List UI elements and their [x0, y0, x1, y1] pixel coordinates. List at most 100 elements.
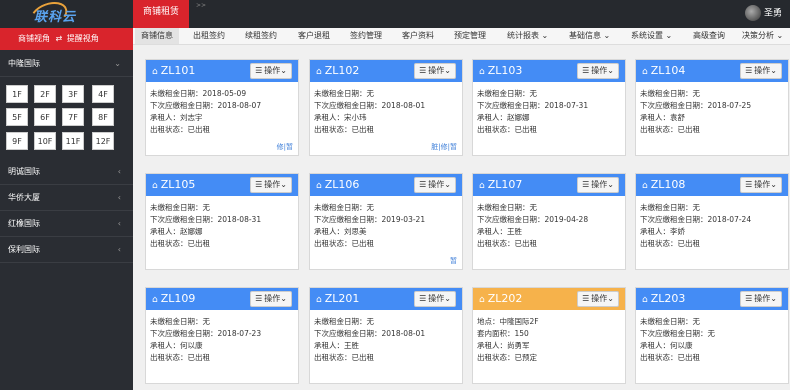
shop-code: ZL104: [650, 64, 686, 77]
card-header: ⌂ ZL106 ☰ 操作⌄: [310, 174, 462, 196]
lease-status: 出租状态：已出租: [314, 125, 374, 134]
card-header: ⌂ ZL108 ☰ 操作⌄: [636, 174, 788, 196]
floor-button-12f[interactable]: 12F: [92, 132, 114, 150]
card-body: 地点：中隆国际2F 套内面积：150 承租人：尚勇军 出租状态：已预定: [477, 316, 623, 364]
nav-lease-sign[interactable]: 出租签约: [193, 28, 225, 44]
operate-dropdown[interactable]: ☰ 操作⌄: [414, 63, 456, 79]
operate-label: 操作: [591, 180, 608, 189]
nav-base-info[interactable]: 基础信息 ⌄: [569, 28, 610, 44]
operate-dropdown[interactable]: ☰ 操作⌄: [250, 291, 292, 307]
shop-code: ZL106: [324, 178, 360, 191]
floor-button-3f[interactable]: 3F: [62, 85, 84, 103]
reminder-view-label[interactable]: 提醒视角: [65, 34, 99, 43]
nav-shop-info[interactable]: 商铺信息: [135, 28, 179, 44]
menu-icon: ☰: [255, 66, 263, 75]
floor-button-9f[interactable]: 9F: [6, 132, 28, 150]
nav-contract-mgmt[interactable]: 签约管理: [350, 28, 382, 44]
floor-button-2f[interactable]: 2F: [34, 85, 56, 103]
nav-tenant-exit[interactable]: 客户退租: [298, 28, 330, 44]
nav-decision-analysis[interactable]: 决策分析 ⌄: [742, 28, 783, 44]
shuffle-icon: ⇄: [55, 34, 63, 43]
operate-dropdown[interactable]: ☰ 操作⌄: [740, 63, 782, 79]
card-action-links[interactable]: 暂: [450, 256, 457, 266]
tenant: 承租人：李娇: [640, 227, 685, 236]
next-due-date: 下次应缴租金日期：2019-04-28: [477, 215, 589, 224]
operate-dropdown[interactable]: ☰ 操作⌄: [250, 63, 292, 79]
sidebar-group-huaqiao[interactable]: 华侨大厦 ‹: [0, 186, 133, 211]
nav-advanced-query[interactable]: 高级查询: [693, 28, 725, 44]
floor-button-1f[interactable]: 1F: [6, 85, 28, 103]
home-icon: ⌂: [642, 295, 648, 305]
home-icon: ⌂: [479, 181, 485, 191]
menu-icon: ☰: [582, 66, 590, 75]
shop-card-zl203[interactable]: ⌂ ZL203 ☰ 操作⌄ 未缴租金日期：无 下次应缴租金日期：无 承租人：何以康 …: [635, 287, 789, 384]
chevron-down-icon: ⌄: [114, 59, 121, 68]
lease-status: 出租状态：已出租: [477, 239, 537, 248]
card-body: 未缴租金日期：无 下次应缴租金日期：2018-07-23 承租人：何以康 出租状…: [150, 316, 296, 364]
floor-button-7f[interactable]: 7F: [62, 108, 84, 126]
floor-button-5f[interactable]: 5F: [6, 108, 28, 126]
nav-reservation-mgmt[interactable]: 预定管理: [454, 28, 486, 44]
card-action-links[interactable]: 修|暂: [277, 142, 293, 152]
app-logo: 联科云: [0, 0, 133, 33]
shop-card-zl108[interactable]: ⌂ ZL108 ☰ 操作⌄ 未缴租金日期：无 下次应缴租金日期：2018-07-24…: [635, 173, 789, 270]
operate-dropdown[interactable]: ☰ 操作⌄: [577, 177, 619, 193]
card-action-links[interactable]: 脏|修|暂: [431, 142, 457, 152]
floor-button-8f[interactable]: 8F: [92, 108, 114, 126]
tenant: 承租人：赵娜娜: [477, 113, 530, 122]
menu-icon: ☰: [745, 180, 753, 189]
floor-button-6f[interactable]: 6F: [34, 108, 56, 126]
operate-dropdown[interactable]: ☰ 操作⌄: [414, 291, 456, 307]
shop-card-zl201[interactable]: ⌂ ZL201 ☰ 操作⌄ 未缴租金日期：无 下次应缴租金日期：2018-08-01…: [309, 287, 463, 384]
operate-dropdown[interactable]: ☰ 操作⌄: [577, 63, 619, 79]
card-header: ⌂ ZL104 ☰ 操作⌄: [636, 60, 788, 82]
next-due-date: 下次应缴租金日期：无: [640, 329, 715, 338]
top-tab-shop-lease[interactable]: 商铺租赁: [133, 0, 189, 28]
sidebar-view-switch[interactable]: 商铺视角 ⇄ 提醒视角: [0, 28, 133, 50]
unpaid-date: 未缴租金日期：无: [150, 317, 210, 326]
operate-dropdown[interactable]: ☰ 操作⌄: [250, 177, 292, 193]
lease-status: 出租状态：已出租: [477, 125, 537, 134]
next-due-date: 下次应缴租金日期：2018-07-31: [477, 101, 589, 110]
floor-button-10f[interactable]: 10F: [34, 132, 56, 150]
sidebar-group-zhonglong[interactable]: 中隆国际 ⌄: [0, 52, 133, 77]
home-icon: ⌂: [152, 67, 158, 77]
unpaid-date: 未缴租金日期：无: [640, 203, 700, 212]
user-menu[interactable]: 圣勇: [744, 5, 782, 21]
operate-dropdown[interactable]: ☰ 操作⌄: [414, 177, 456, 193]
lease-status: 出租状态：已出租: [150, 353, 210, 362]
operate-dropdown[interactable]: ☰ 操作⌄: [740, 291, 782, 307]
nav-customer-data[interactable]: 客户资料: [402, 28, 434, 44]
operate-dropdown[interactable]: ☰ 操作⌄: [740, 177, 782, 193]
shop-code: ZL105: [160, 178, 196, 191]
shop-card-zl104[interactable]: ⌂ ZL104 ☰ 操作⌄ 未缴租金日期：无 下次应缴租金日期：2018-07-25…: [635, 59, 789, 156]
tenant: 承租人：何以康: [150, 341, 203, 350]
shop-view-label[interactable]: 商铺视角: [0, 34, 50, 43]
nav-reports[interactable]: 统计报表 ⌄: [507, 28, 548, 44]
sidebar-group-hongxiang[interactable]: 红橡国际 ‹: [0, 212, 133, 237]
sidebar-group-baoli[interactable]: 保利国际 ‹: [0, 238, 133, 263]
shop-card-zl101[interactable]: ⌂ ZL101 ☰ 操作⌄ 未缴租金日期：2018-05-09 下次应缴租金日期：2…: [145, 59, 299, 156]
card-header: ⌂ ZL105 ☰ 操作⌄: [146, 174, 298, 196]
operate-label: 操作: [264, 66, 281, 75]
nav-system-settings[interactable]: 系统设置 ⌄: [631, 28, 672, 44]
card-body: 未缴租金日期：无 下次应缴租金日期：2018-08-31 承租人：赵娜娜 出租状…: [150, 202, 296, 250]
shop-card-zl103[interactable]: ⌂ ZL103 ☰ 操作⌄ 未缴租金日期：无 下次应缴租金日期：2018-07-31…: [472, 59, 626, 156]
shop-card-zl109[interactable]: ⌂ ZL109 ☰ 操作⌄ 未缴租金日期：无 下次应缴租金日期：2018-07-23…: [145, 287, 299, 384]
next-due-date: 下次应缴租金日期：2018-07-25: [640, 101, 752, 110]
shop-card-zl107[interactable]: ⌂ ZL107 ☰ 操作⌄ 未缴租金日期：无 下次应缴租金日期：2019-04-28…: [472, 173, 626, 270]
card-header: ⌂ ZL107 ☰ 操作⌄: [473, 174, 625, 196]
shop-card-zl106[interactable]: ⌂ ZL106 ☰ 操作⌄ 未缴租金日期：无 下次应缴租金日期：2019-03-21…: [309, 173, 463, 270]
shop-card-zl105[interactable]: ⌂ ZL105 ☰ 操作⌄ 未缴租金日期：无 下次应缴租金日期：2018-08-31…: [145, 173, 299, 270]
operate-dropdown[interactable]: ☰ 操作⌄: [577, 291, 619, 307]
home-icon: ⌂: [479, 295, 485, 305]
home-icon: ⌂: [316, 67, 322, 77]
shop-card-zl202[interactable]: ⌂ ZL202 ☰ 操作⌄ 地点：中隆国际2F 套内面积：150 承租人：尚勇军 出…: [472, 287, 626, 384]
nav-renew-sign[interactable]: 续租签约: [245, 28, 277, 44]
tenant: 承租人：刘思美: [314, 227, 367, 236]
chevron-left-icon: ‹: [117, 193, 121, 202]
sidebar-group-mingcheng[interactable]: 明诚国际 ‹: [0, 160, 133, 185]
shop-card-zl102[interactable]: ⌂ ZL102 ☰ 操作⌄ 未缴租金日期：无 下次应缴租金日期：2018-08-01…: [309, 59, 463, 156]
floor-button-4f[interactable]: 4F: [92, 85, 114, 103]
floor-button-11f[interactable]: 11F: [62, 132, 84, 150]
